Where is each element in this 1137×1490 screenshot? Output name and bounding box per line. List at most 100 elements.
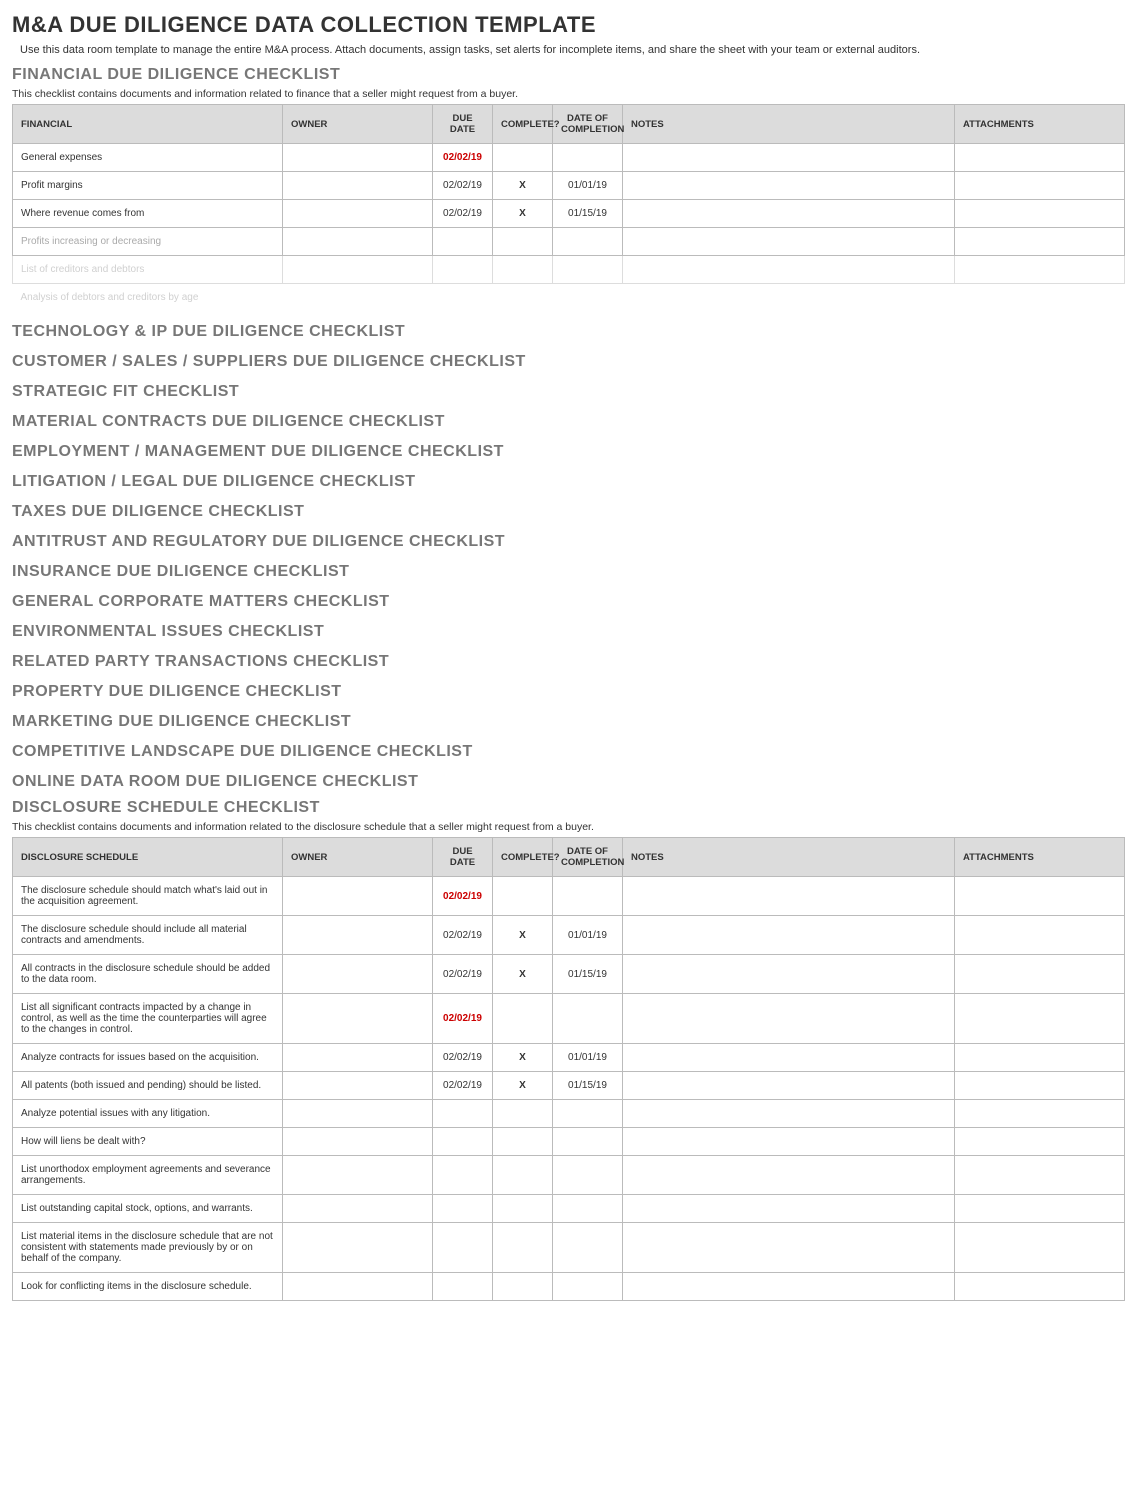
cell-item: Analyze potential issues with any litiga… [13, 1100, 283, 1128]
cell-item: Profits increasing or decreasing [13, 228, 283, 256]
cell-complete [493, 877, 553, 916]
cell-owner [283, 1072, 433, 1100]
cell-complete: X [493, 1044, 553, 1072]
page-intro: Use this data room template to manage th… [20, 44, 1125, 56]
cell-item: General expenses [13, 144, 283, 172]
cell-item: The disclosure schedule should match wha… [13, 877, 283, 916]
table-row: List of creditors and debtors [13, 256, 1125, 284]
financial-heading: FINANCIAL DUE DILIGENCE CHECKLIST [12, 66, 1125, 84]
col-owner: OWNER [283, 105, 433, 144]
cell-complete [493, 228, 553, 256]
cell-complete: X [493, 172, 553, 200]
cell-complete [493, 284, 553, 312]
cell-owner [283, 994, 433, 1044]
col-due: DUE DATE [433, 838, 493, 877]
cell-complete [493, 1223, 553, 1273]
section-heading: ONLINE DATA ROOM DUE DILIGENCE CHECKLIST [12, 773, 1125, 791]
cell-date-completed [553, 1128, 623, 1156]
cell-notes [623, 1100, 955, 1128]
cell-owner [283, 1273, 433, 1301]
cell-complete [493, 1100, 553, 1128]
cell-complete [493, 1128, 553, 1156]
col-attachments: ATTACHMENTS [955, 105, 1125, 144]
cell-owner [283, 1100, 433, 1128]
cell-notes [623, 284, 955, 312]
cell-attachments [955, 877, 1125, 916]
cell-notes [623, 1044, 955, 1072]
cell-owner [283, 228, 433, 256]
table-row: Analyze potential issues with any litiga… [13, 1100, 1125, 1128]
cell-item: Analysis of debtors and creditors by age [13, 284, 283, 312]
cell-item: The disclosure schedule should include a… [13, 916, 283, 955]
cell-item: How will liens be dealt with? [13, 1128, 283, 1156]
cell-owner [283, 877, 433, 916]
cell-notes [623, 1072, 955, 1100]
cell-due [433, 1156, 493, 1195]
cell-item: Where revenue comes from [13, 200, 283, 228]
cell-owner [283, 1044, 433, 1072]
cell-item: Profit margins [13, 172, 283, 200]
disclosure-desc: This checklist contains documents and in… [12, 821, 1125, 833]
cell-date-completed: 01/15/19 [553, 200, 623, 228]
section-heading: ENVIRONMENTAL ISSUES CHECKLIST [12, 623, 1125, 641]
cell-date-completed [553, 1223, 623, 1273]
cell-due [433, 1273, 493, 1301]
cell-attachments [955, 916, 1125, 955]
col-attachments: ATTACHMENTS [955, 838, 1125, 877]
table-row: The disclosure schedule should match wha… [13, 877, 1125, 916]
cell-owner [283, 1156, 433, 1195]
cell-notes [623, 1156, 955, 1195]
cell-date-completed: 01/01/19 [553, 172, 623, 200]
cell-owner [283, 256, 433, 284]
cell-attachments [955, 1072, 1125, 1100]
disclosure-table: DISCLOSURE SCHEDULE OWNER DUE DATE COMPL… [12, 837, 1125, 1301]
table-row: All patents (both issued and pending) sh… [13, 1072, 1125, 1100]
col-item: DISCLOSURE SCHEDULE [13, 838, 283, 877]
cell-attachments [955, 144, 1125, 172]
cell-date-completed: 01/15/19 [553, 1072, 623, 1100]
cell-date-completed [553, 1273, 623, 1301]
cell-notes [623, 1223, 955, 1273]
cell-attachments [955, 1128, 1125, 1156]
cell-due: 02/02/19 [433, 200, 493, 228]
cell-item: All patents (both issued and pending) sh… [13, 1072, 283, 1100]
cell-attachments [955, 172, 1125, 200]
cell-attachments [955, 1195, 1125, 1223]
cell-owner [283, 1223, 433, 1273]
cell-notes [623, 200, 955, 228]
table-row: List unorthodox employment agreements an… [13, 1156, 1125, 1195]
cell-due [433, 228, 493, 256]
financial-desc: This checklist contains documents and in… [12, 88, 1125, 100]
cell-owner [283, 200, 433, 228]
cell-due: 02/02/19 [433, 877, 493, 916]
table-row: How will liens be dealt with? [13, 1128, 1125, 1156]
cell-attachments [955, 1156, 1125, 1195]
table-row: All contracts in the disclosure schedule… [13, 955, 1125, 994]
cell-complete: X [493, 955, 553, 994]
cell-complete: X [493, 916, 553, 955]
cell-item: List outstanding capital stock, options,… [13, 1195, 283, 1223]
cell-item: List material items in the disclosure sc… [13, 1223, 283, 1273]
section-heading: EMPLOYMENT / MANAGEMENT DUE DILIGENCE CH… [12, 443, 1125, 461]
cell-notes [623, 228, 955, 256]
table-row: List material items in the disclosure sc… [13, 1223, 1125, 1273]
financial-header-row: FINANCIAL OWNER DUE DATE COMPLETE? DATE … [13, 105, 1125, 144]
table-row: Profit margins02/02/19X01/01/19 [13, 172, 1125, 200]
cell-owner [283, 1195, 433, 1223]
cell-date-completed: 01/15/19 [553, 955, 623, 994]
table-row: List all significant contracts impacted … [13, 994, 1125, 1044]
cell-due [433, 1100, 493, 1128]
cell-due: 02/02/19 [433, 1072, 493, 1100]
cell-date-completed: 01/01/19 [553, 1044, 623, 1072]
cell-complete [493, 144, 553, 172]
cell-date-completed [553, 1156, 623, 1195]
cell-attachments [955, 1273, 1125, 1301]
section-heading: COMPETITIVE LANDSCAPE DUE DILIGENCE CHEC… [12, 743, 1125, 761]
section-list: TECHNOLOGY & IP DUE DILIGENCE CHECKLISTC… [12, 323, 1125, 791]
cell-complete [493, 256, 553, 284]
cell-due [433, 256, 493, 284]
col-notes: NOTES [623, 105, 955, 144]
table-row: Profits increasing or decreasing [13, 228, 1125, 256]
col-date-completed: DATE OF COMPLETION [553, 838, 623, 877]
section-heading: ANTITRUST AND REGULATORY DUE DILIGENCE C… [12, 533, 1125, 551]
